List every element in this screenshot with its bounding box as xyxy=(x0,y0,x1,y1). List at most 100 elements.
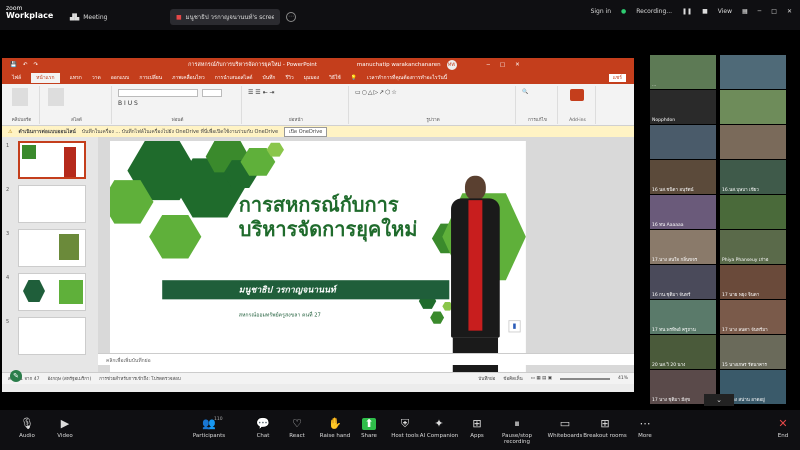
participant-tile[interactable]: 17.นาง สนใจ กลิ่นขจร xyxy=(650,230,716,264)
end-button[interactable]: ✕ End xyxy=(758,418,800,440)
participant-tile[interactable]: 15 นางเกษร รัตนาคาร xyxy=(720,335,786,369)
share-button[interactable]: แชร์ xyxy=(608,74,626,82)
status-language[interactable]: อังกฤษ (สหรัฐอเมริกา) xyxy=(47,375,91,382)
participant-tile[interactable]: ... xyxy=(650,55,716,89)
participant-tile[interactable]: 17 นาย พยุง จินดา xyxy=(720,265,786,299)
participant-tile[interactable]: 16.นส.บุษบา เขียว xyxy=(720,160,786,194)
participant-tile[interactable]: 17 นาง ลนดา จันทร์มา xyxy=(720,300,786,334)
maximize-icon[interactable]: □ xyxy=(771,8,777,15)
share-icon: ⬆ xyxy=(362,418,376,430)
participant-tile[interactable]: 17 ทน.พรทิพย์ ครูถาน xyxy=(650,300,716,334)
participants-button[interactable]: 👥 Participants 110 xyxy=(184,417,234,439)
video-button[interactable]: ▶ Video xyxy=(40,417,90,440)
status-notes-button[interactable]: บันทึกย่อ xyxy=(478,375,495,382)
participant-tile[interactable]: Nopphdon xyxy=(650,90,716,124)
font-name-select[interactable] xyxy=(118,89,198,97)
new-slide-icon[interactable] xyxy=(48,88,64,106)
tab-transitions[interactable]: การเปลี่ยน xyxy=(139,74,162,82)
more-button[interactable]: ⋯ More xyxy=(620,417,670,440)
speaker-head xyxy=(464,175,486,201)
tab-insert[interactable]: แทรก xyxy=(70,74,82,82)
ppt-document-title: การสหกรณ์กับการบริหารจัดการยุคใหม่ - Pow… xyxy=(188,62,317,68)
participant-tile[interactable] xyxy=(720,90,786,124)
slide-thumbnails: 1 2 3 4 5 xyxy=(2,137,98,372)
minimize-icon[interactable]: ─ xyxy=(758,8,762,15)
tab-meeting[interactable]: ▟▙ Meeting xyxy=(64,9,113,25)
addins-icon[interactable] xyxy=(570,89,584,101)
slide-thumbnail-1[interactable] xyxy=(18,141,86,179)
participant-tile[interactable]: 16 นส.ชนิดา อนุรัตน์ xyxy=(650,160,716,194)
bold-italic-underline[interactable]: B I U S xyxy=(118,100,138,107)
participant-name: 17.นาง สนใจ กลิ่นขจร xyxy=(652,258,698,263)
annotate-pen-icon[interactable]: ✎ xyxy=(10,370,22,382)
slide-thumbnail-4[interactable] xyxy=(18,273,86,311)
slide-thumbnail-2[interactable] xyxy=(18,185,86,223)
tab-file[interactable]: ไฟล์ xyxy=(12,74,21,82)
tab-help[interactable]: วิธีใช้ xyxy=(329,74,341,82)
ppt-maximize-icon[interactable]: □ xyxy=(500,62,505,68)
participant-tile[interactable]: 16 กน.ชุติมา จันทร์ xyxy=(650,265,716,299)
participant-tile[interactable] xyxy=(650,125,716,159)
participant-tile[interactable]: Phiya Phanseuy เก่าอ xyxy=(720,230,786,264)
current-slide[interactable]: การสหกรณ์กับการ บริหารจัดการยุคใหม่ มนูช… xyxy=(110,141,526,373)
ppt-title-bar: 💾 ↶ ↷ การสหกรณ์กับการบริหารจัดการยุคใหม่… xyxy=(2,58,634,72)
view-normal-icon[interactable]: ▭ ▦ ▤ ▣ xyxy=(531,376,552,381)
participant-name: 17 นาย พยุง จินดา xyxy=(722,293,760,298)
tab-record[interactable]: บันทึก xyxy=(263,74,276,82)
status-comments-button[interactable]: ข้อคิดเห็น xyxy=(503,375,522,382)
participant-tile[interactable] xyxy=(720,125,786,159)
toolbar-label: Chat xyxy=(256,433,270,439)
tab-draw[interactable]: วาด xyxy=(92,74,101,82)
ppt-close-icon[interactable]: ✕ xyxy=(515,62,520,68)
tab-design[interactable]: ออกแบบ xyxy=(111,74,130,82)
shield-check-icon: ● xyxy=(621,8,627,15)
recording-indicator[interactable]: Recording... xyxy=(636,8,672,15)
slide-thumbnail-5[interactable] xyxy=(18,317,86,355)
tab-home[interactable]: หน้าแรก xyxy=(31,73,60,83)
toolbar-label: React xyxy=(289,433,305,439)
tab-view[interactable]: มุมมอง xyxy=(304,74,319,82)
pause-stop-recording-button[interactable]: ⏸ Pause/stop recording xyxy=(492,418,542,446)
tell-me-search[interactable]: เวลาทำการที่คุณต้องการทำอะไรวันนี้ xyxy=(367,74,447,82)
participant-tile[interactable] xyxy=(720,195,786,229)
grid-view-icon[interactable]: ▦ xyxy=(742,8,748,15)
slide-thumbnail-3[interactable] xyxy=(18,229,86,267)
notes-pane[interactable]: คลิกเพื่อเพิ่มบันทึกย่อ xyxy=(98,353,634,365)
ppt-ribbon-tabs: ไฟล์ หน้าแรก แทรก วาด ออกแบบ การเปลี่ยน … xyxy=(2,72,634,84)
meeting-icon: ▟▙ xyxy=(70,13,80,21)
paste-icon[interactable] xyxy=(12,88,28,106)
redo-icon[interactable]: ↷ xyxy=(33,62,38,68)
tab-more-icon[interactable]: ⋯ xyxy=(286,12,296,22)
video-icon: ▶ xyxy=(60,417,70,430)
slides-label: สไลด์ xyxy=(71,118,82,123)
status-accessibility[interactable]: การช่วยสำหรับการเข้าถึง: โปรดตรวจสอบ xyxy=(99,375,181,382)
user-avatar[interactable]: MW xyxy=(446,60,457,70)
slide-editor: การสหกรณ์กับการ บริหารจัดการยุคใหม่ มนูช… xyxy=(98,137,634,373)
recording-stop-icon[interactable]: ■ xyxy=(702,8,708,15)
participant-tile[interactable]: 20 นส.วิ 20 นาง xyxy=(650,335,716,369)
tab-screen-share[interactable]: ■ มนูชาธิป วรกาญจนานนท์'s screen xyxy=(170,9,280,25)
bullets-icon[interactable]: ☰ ☰ ⇤ ⇥ xyxy=(248,89,275,96)
gallery-scroll-down-icon[interactable]: ⌄ xyxy=(704,394,734,406)
participant-tile[interactable]: 16 ทน Aaaaaa xyxy=(650,195,716,229)
onedrive-notice: ⚠ ดำเนินการต่อแบบออนไลน์ บันทึกในเครื่อง… xyxy=(2,126,634,137)
tab-review[interactable]: รีวิว xyxy=(285,74,293,82)
sign-in-link[interactable]: Sign in xyxy=(591,8,611,15)
status-zoom-level[interactable]: 41% xyxy=(618,376,628,381)
font-size-select[interactable] xyxy=(202,89,222,97)
participant-tile[interactable] xyxy=(720,55,786,89)
tab-animations[interactable]: ภาพเคลื่อนไหว xyxy=(172,74,205,82)
tab-slideshow[interactable]: การนำเสนอสไลด์ xyxy=(215,74,253,82)
find-icon[interactable]: 🔍 xyxy=(522,89,528,95)
zoom-slider[interactable] xyxy=(559,377,610,380)
view-button[interactable]: View xyxy=(718,8,732,15)
shapes-gallery[interactable]: ▭○△▷↗⬡☆ xyxy=(355,89,398,96)
bookmark-icon[interactable]: ▮ xyxy=(508,320,521,333)
more-icon: ⋯ xyxy=(639,417,651,430)
autosave-icon[interactable]: 💾 xyxy=(10,62,17,68)
ppt-minimize-icon[interactable]: ─ xyxy=(487,62,490,68)
close-icon[interactable]: ✕ xyxy=(787,8,792,15)
undo-icon[interactable]: ↶ xyxy=(23,62,28,68)
open-onedrive-button[interactable]: เปิด OneDrive xyxy=(284,126,328,137)
recording-pause-icon[interactable]: ❚❚ xyxy=(682,8,692,15)
